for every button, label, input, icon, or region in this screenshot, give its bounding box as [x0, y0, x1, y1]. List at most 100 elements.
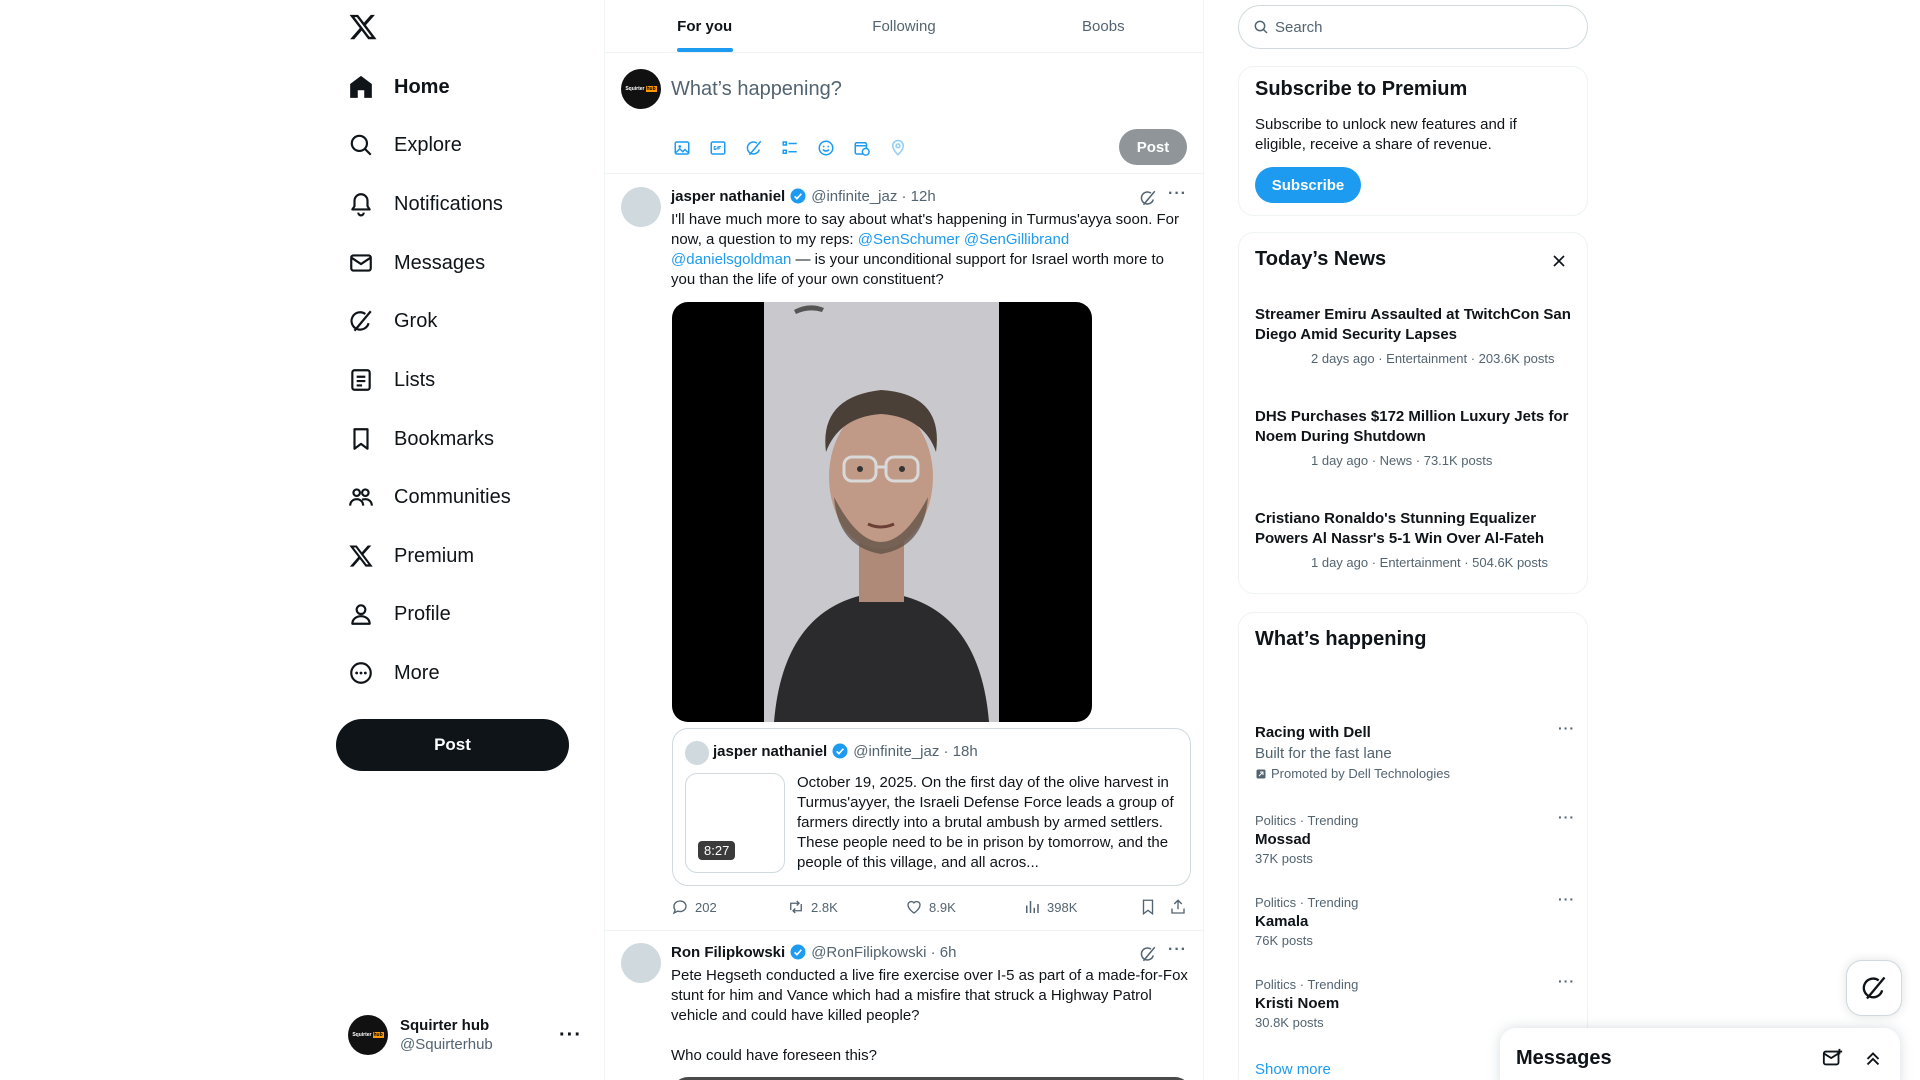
nav-premium[interactable]: Premium	[336, 532, 486, 580]
emoji-icon[interactable]	[815, 137, 837, 159]
nav-notifications[interactable]: Notifications	[336, 180, 515, 228]
views-button[interactable]: 398K	[1023, 898, 1139, 916]
avatar-text: Squirter	[352, 1032, 372, 1038]
promoted-trend[interactable]: Racing with Dell Built for the fast lane…	[1255, 720, 1575, 781]
dot-separator: ·	[926, 943, 940, 961]
account-handle: @Squirterhub	[400, 1036, 493, 1053]
x-logo-icon[interactable]	[348, 12, 378, 42]
premium-body: Subscribe to unlock new features and if …	[1255, 116, 1517, 153]
more-dots-icon[interactable]: ···	[1558, 891, 1575, 907]
promo-title: Racing with Dell	[1255, 724, 1371, 741]
nav-bookmarks[interactable]: Bookmarks	[336, 415, 506, 463]
subscribe-button[interactable]: Subscribe	[1255, 167, 1361, 203]
nav-grok[interactable]: Grok	[336, 297, 449, 345]
bookmark-button[interactable]	[1139, 898, 1169, 916]
more-dots-icon[interactable]: ···	[1558, 973, 1575, 989]
grok-icon[interactable]	[1139, 189, 1157, 207]
show-more-link[interactable]: Show more	[1255, 1061, 1331, 1078]
nav-home[interactable]: Home	[336, 63, 462, 111]
post[interactable]: Ron Filipkowski @RonFilipkowski · 6h ···…	[605, 931, 1203, 1080]
news-item[interactable]: DHS Purchases $172 Million Luxury Jets f…	[1255, 407, 1575, 468]
grok-icon	[1862, 976, 1886, 1000]
news-headline: Cristiano Ronaldo's Stunning Equalizer P…	[1255, 510, 1545, 547]
avatar[interactable]	[621, 943, 661, 983]
author-name[interactable]: Ron Filipkowski	[671, 944, 785, 961]
quote-text: October 19, 2025. On the first day of th…	[797, 774, 1174, 871]
heart-icon	[907, 900, 921, 914]
nav-label: Messages	[394, 251, 486, 274]
trend-item[interactable]: Politics · Trending Kristi Noem 30.8K po…	[1255, 973, 1575, 1030]
author-name[interactable]: jasper nathaniel	[671, 188, 785, 205]
views-icon	[1026, 901, 1039, 913]
search-input[interactable]: Search	[1238, 5, 1588, 49]
more-dots-icon[interactable]: ···	[1558, 809, 1575, 825]
post-header: Ron Filipkowski @RonFilipkowski · 6h	[671, 943, 956, 961]
author-handle[interactable]: @RonFilipkowski	[811, 944, 926, 961]
trend-context: Politics · Trending	[1255, 813, 1359, 828]
nav-label: Profile	[394, 602, 451, 625]
post[interactable]: jasper nathaniel @infinite_jaz · 12h ···…	[605, 175, 1203, 931]
close-icon[interactable]	[1549, 251, 1569, 271]
more-dots-icon[interactable]: ···	[1168, 941, 1187, 959]
nav-communities[interactable]: Communities	[336, 473, 523, 521]
account-switcher[interactable]: Squirter hub Squirter hub @Squirterhub ··…	[336, 1006, 594, 1064]
expand-chevron-icon[interactable]	[1862, 1047, 1884, 1069]
post-button[interactable]: Post	[336, 719, 569, 771]
video-duration: 8:27	[698, 841, 736, 860]
more-dots-icon[interactable]: ···	[1168, 185, 1187, 203]
mention-link[interactable]: @SenGillibrand	[964, 231, 1069, 248]
gif-icon[interactable]	[707, 137, 729, 159]
repost-button[interactable]: 2.8K	[787, 898, 905, 916]
nav-label: Communities	[394, 485, 511, 508]
post-time[interactable]: 6h	[940, 944, 957, 961]
trend-context: Politics · Trending	[1255, 895, 1359, 910]
trend-item[interactable]: Politics · Trending Kamala 76K posts ···	[1255, 891, 1575, 948]
trend-item[interactable]: Politics · Trending Mossad 37K posts ···	[1255, 809, 1575, 866]
video-thumbnail[interactable]: 8:27	[685, 773, 785, 873]
schedule-icon[interactable]	[851, 137, 873, 159]
compose-post-button[interactable]: Post	[1119, 129, 1187, 165]
quoted-post[interactable]: jasper nathaniel @infinite_jaz · 18h 8:2…	[672, 728, 1191, 886]
new-message-icon[interactable]	[1822, 1047, 1844, 1069]
nav-more[interactable]: More	[336, 649, 452, 697]
nav-profile[interactable]: Profile	[336, 590, 463, 638]
location-icon[interactable]	[887, 137, 909, 159]
author-handle[interactable]: @infinite_jaz	[811, 188, 897, 205]
search-placeholder: Search	[1275, 18, 1323, 36]
video-player[interactable]	[672, 302, 1092, 722]
news-item[interactable]: Cristiano Ronaldo's Stunning Equalizer P…	[1255, 509, 1575, 570]
reply-button[interactable]: 202	[671, 898, 787, 916]
compose-input[interactable]: What’s happening?	[671, 78, 842, 101]
tab-boobs[interactable]: Boobs	[1004, 0, 1203, 52]
share-button[interactable]	[1169, 898, 1189, 916]
mention-link[interactable]: @SenSchumer	[858, 231, 960, 248]
trend-count: 37K posts	[1255, 851, 1313, 866]
post-time[interactable]: 12h	[911, 188, 936, 205]
timeline-tabs: For you Following Boobs	[605, 0, 1203, 53]
nav-explore[interactable]: Explore	[336, 121, 474, 169]
nav-lists[interactable]: Lists	[336, 356, 447, 404]
grok-icon[interactable]	[743, 137, 765, 159]
tab-following[interactable]: Following	[804, 0, 1003, 52]
like-button[interactable]: 8.9K	[905, 898, 1023, 916]
poll-icon[interactable]	[779, 137, 801, 159]
trend-title: Kristi Noem	[1255, 995, 1340, 1012]
media-icon[interactable]	[671, 137, 693, 159]
whats-happening-title: What’s happening	[1255, 628, 1427, 650]
nav-label: Home	[394, 75, 450, 98]
nav-label: Explore	[394, 133, 462, 156]
more-dots-icon[interactable]: ···	[1558, 720, 1575, 736]
post-header: jasper nathaniel @infinite_jaz · 12h	[671, 187, 936, 205]
left-sidebar: Home Explore Notifications Messages Grok…	[336, 0, 604, 1080]
messages-drawer[interactable]: Messages	[1500, 1028, 1900, 1080]
mention-link[interactable]: @danielsgoldman	[671, 251, 791, 268]
tab-for-you[interactable]: For you	[605, 0, 804, 52]
news-meta: 1 day ago · News · 73.1K posts	[1311, 453, 1493, 468]
grok-floating-button[interactable]	[1846, 960, 1902, 1016]
bell-icon	[348, 191, 374, 217]
nav-messages[interactable]: Messages	[336, 239, 497, 287]
news-item[interactable]: Streamer Emiru Assaulted at TwitchCon Sa…	[1255, 305, 1575, 366]
grok-icon[interactable]	[1139, 945, 1157, 963]
bookmark-icon	[348, 426, 374, 452]
avatar[interactable]	[621, 187, 661, 227]
